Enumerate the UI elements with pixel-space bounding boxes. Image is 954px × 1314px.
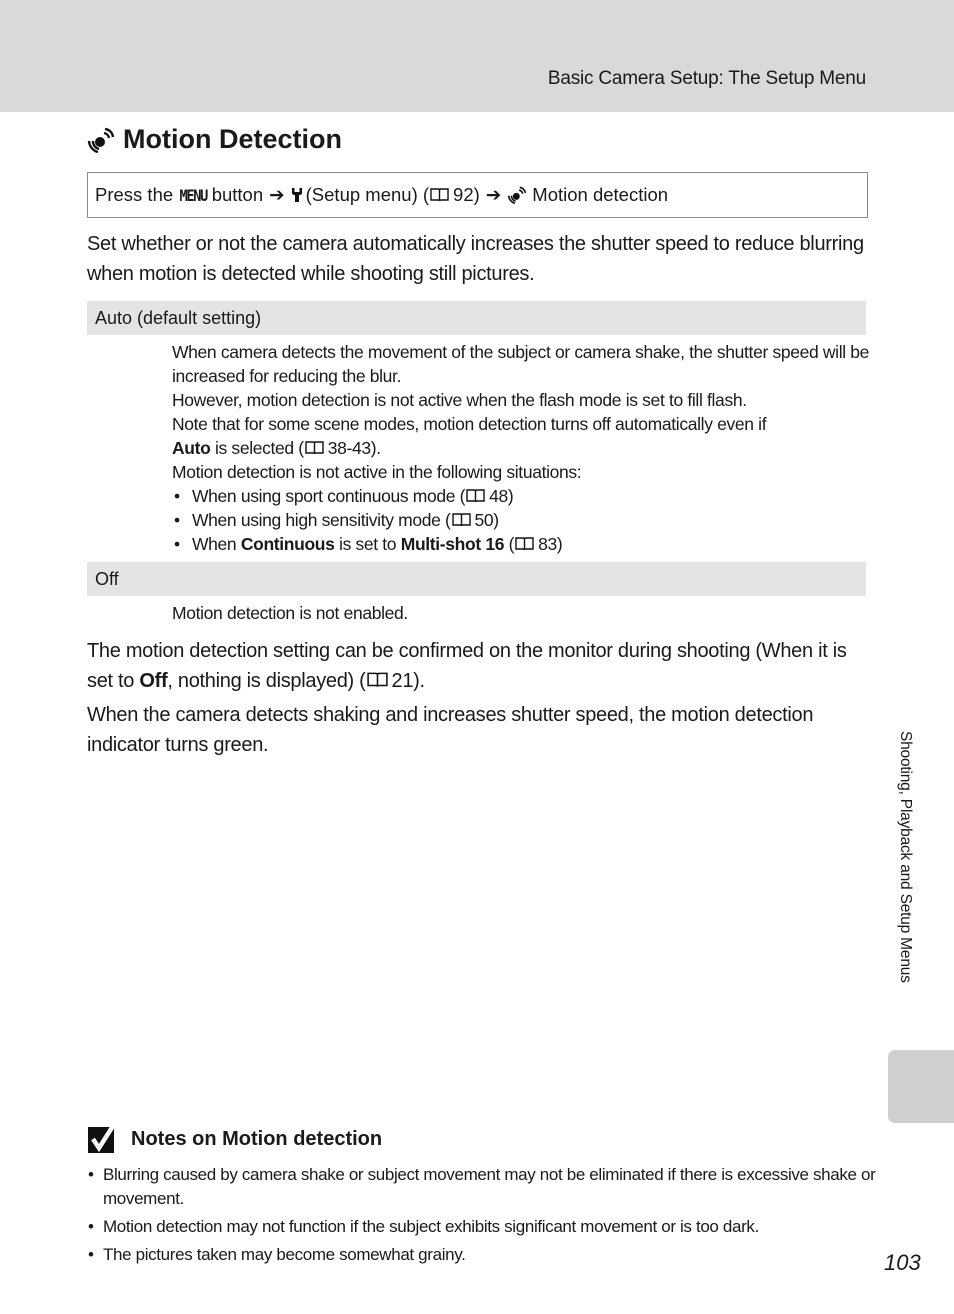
bold-term: Off bbox=[139, 670, 168, 692]
book-icon bbox=[305, 441, 324, 455]
monitor-paragraph: The motion detection setting can be conf… bbox=[87, 636, 867, 696]
page-reference: 38-43). bbox=[327, 438, 381, 458]
page-reference: 48) bbox=[489, 486, 514, 506]
nav-text: Press the bbox=[95, 184, 174, 205]
description-line: Motion detection is not enabled. bbox=[172, 603, 408, 623]
option-description-auto: When camera detects the movement of the … bbox=[172, 340, 872, 556]
description-line: Auto is selected ( 38-43). bbox=[172, 436, 872, 460]
description-line: When camera detects the movement of the … bbox=[172, 342, 870, 386]
page-reference: 83) bbox=[538, 534, 563, 554]
nav-text: (Setup menu) ( bbox=[305, 184, 430, 205]
list-item: When Continuous is set to Multi-shot 16 … bbox=[172, 532, 872, 556]
text: When bbox=[192, 534, 241, 554]
book-icon bbox=[466, 489, 485, 503]
chapter-side-label: Shooting, Playback and Setup Menus bbox=[897, 731, 914, 983]
motion-detection-icon bbox=[508, 186, 527, 204]
list-item: Blurring caused by camera shake or subje… bbox=[87, 1163, 877, 1211]
nav-target-label: Motion detection bbox=[532, 184, 669, 205]
intro-paragraph: Set whether or not the camera automatica… bbox=[87, 233, 864, 285]
list-item: When using sport continuous mode ( 48) bbox=[172, 484, 872, 508]
list-item: The pictures taken may become somewhat g… bbox=[87, 1243, 877, 1267]
bold-term: Auto bbox=[172, 438, 211, 458]
arrow-right-icon: ➔ bbox=[269, 184, 285, 205]
description-line: Motion detection is not active in the fo… bbox=[172, 462, 582, 482]
page-title: Motion Detection bbox=[87, 124, 342, 155]
page-title-text: Motion Detection bbox=[123, 124, 342, 154]
arrow-right-icon: ➔ bbox=[485, 184, 502, 205]
header-band: Basic Camera Setup: The Setup Menu bbox=[0, 0, 954, 112]
list-item: When using high sensitivity mode ( 50) bbox=[172, 508, 872, 532]
book-icon bbox=[515, 537, 534, 551]
text: , nothing is displayed) ( bbox=[167, 670, 366, 692]
section-title: Basic Camera Setup: The Setup Menu bbox=[547, 68, 866, 89]
bold-term: Multi-shot 16 bbox=[400, 534, 505, 554]
nav-text: button bbox=[211, 184, 264, 205]
page-reference: 92) bbox=[453, 184, 480, 205]
notes-title: Notes on Motion detection bbox=[131, 1127, 383, 1150]
text: ( bbox=[504, 534, 515, 554]
book-icon bbox=[451, 513, 471, 527]
list-item: Motion detection may not function if the… bbox=[87, 1215, 877, 1239]
wrench-icon bbox=[291, 188, 302, 202]
page-reference: 50) bbox=[474, 510, 500, 530]
chapter-thumb-tab bbox=[888, 1050, 954, 1123]
option-header-off: Off bbox=[87, 562, 866, 596]
page-number: 103 bbox=[884, 1250, 921, 1275]
checkmark-note-icon bbox=[88, 1124, 115, 1153]
text: is set to bbox=[334, 534, 401, 554]
motion-detection-icon bbox=[87, 127, 115, 153]
indicator-paragraph: When the camera detects shaking and incr… bbox=[87, 704, 814, 756]
bold-term: Continuous bbox=[240, 534, 335, 554]
menu-button-label: MENU bbox=[179, 185, 209, 205]
option-description-off: Motion detection is not enabled. bbox=[172, 601, 872, 625]
notes-heading: Notes on Motion detection bbox=[87, 1124, 382, 1154]
page-reference: 21). bbox=[391, 670, 426, 692]
notes-list: Blurring caused by camera shake or subje… bbox=[87, 1163, 877, 1271]
book-icon bbox=[430, 188, 449, 202]
text: When using sport continuous mode ( bbox=[192, 486, 466, 506]
menu-navigation-path: Press the MENU button ➔ (Setup menu) ( 9… bbox=[87, 172, 868, 218]
book-icon bbox=[366, 672, 388, 687]
description-line: Note that for some scene modes, motion d… bbox=[172, 414, 767, 434]
text: When using high sensitivity mode ( bbox=[192, 510, 451, 530]
situations-list: When using sport continuous mode ( 48) Wh… bbox=[172, 484, 872, 556]
option-header-auto: Auto (default setting) bbox=[87, 301, 866, 335]
description-line: However, motion detection is not active … bbox=[172, 390, 747, 410]
text: is selected ( bbox=[210, 438, 304, 458]
